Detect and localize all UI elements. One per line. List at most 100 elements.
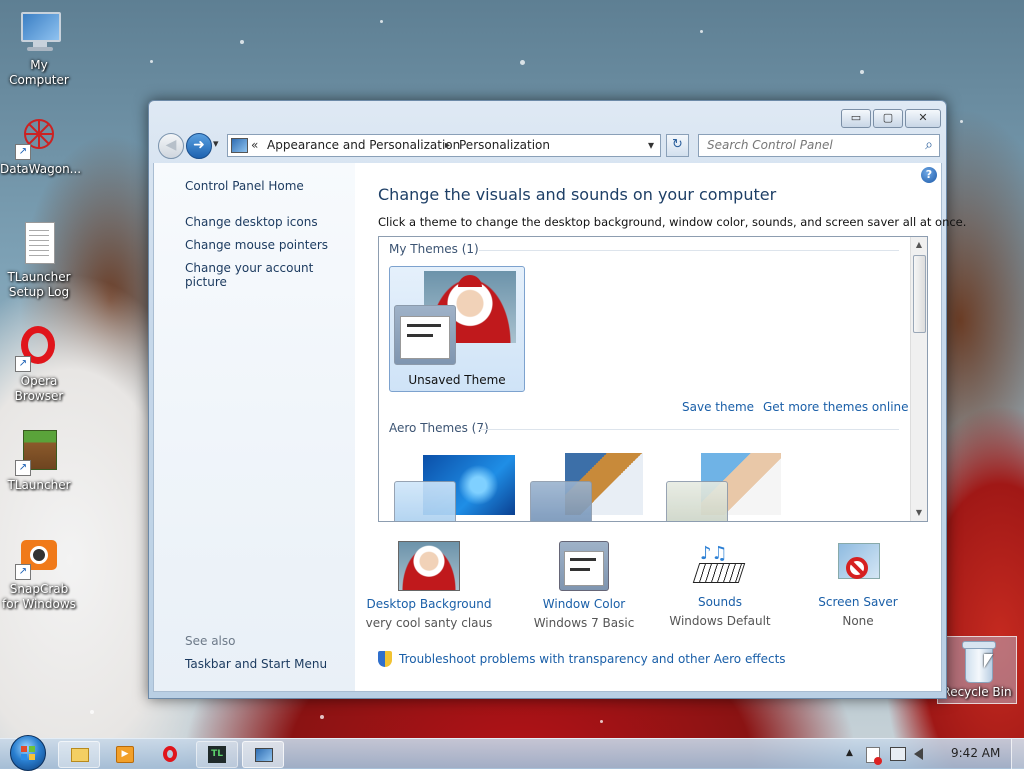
window-color-preview (530, 481, 592, 521)
desktop-background-setting[interactable]: Desktop Background very cool santy claus (354, 541, 504, 630)
sounds-setting[interactable]: ♪♫ Sounds Windows Default (645, 541, 795, 629)
taskbar-control-panel[interactable] (242, 741, 284, 768)
desktop-icon-label: Opera Browser (14, 374, 64, 403)
taskbar: ▶ TL ▲ 9:42 AM (0, 735, 1024, 771)
breadcrumb-personalization[interactable]: Personalization (459, 135, 550, 156)
desktop-icon-opera[interactable]: ↗ Opera Browser (0, 324, 78, 404)
search-icon[interactable]: ⌕ (925, 135, 933, 156)
desktop-icon-label: DataWagon... (0, 162, 82, 176)
address-dropdown-button[interactable]: ▾ (648, 135, 654, 156)
desktop-background-icon (398, 541, 460, 591)
my-themes-heading: My Themes (1) (389, 242, 479, 256)
window-color-preview (394, 481, 456, 521)
close-button[interactable]: ✕ (905, 109, 941, 128)
scroll-thumb[interactable] (913, 255, 926, 333)
shield-icon (378, 651, 392, 667)
refresh-button[interactable]: ↻ (666, 134, 689, 157)
network-icon: ↗ (15, 112, 63, 160)
taskbar-opera[interactable] (150, 741, 190, 766)
media-player-icon: ▶ (116, 746, 134, 763)
setting-label[interactable]: Sounds (645, 595, 795, 609)
window-color-icon (559, 541, 609, 591)
themes-scrollbar[interactable]: ▲ ▼ (910, 237, 927, 521)
desktop-icon-label: SnapCrab for Windows (2, 582, 76, 611)
control-panel-icon (255, 748, 273, 762)
troubleshoot-aero-link[interactable]: Troubleshoot problems with transparency … (399, 652, 786, 666)
desktop-icon-my-computer[interactable]: My Computer (0, 8, 78, 88)
desktop-icon-snapcrab[interactable]: ↗ SnapCrab for Windows (0, 532, 78, 612)
get-more-themes-link[interactable]: Get more themes online (763, 400, 909, 414)
theme-name: Unsaved Theme (408, 373, 506, 387)
breadcrumb-overflow[interactable]: « (251, 135, 258, 156)
shortcut-arrow-icon: ↗ (15, 144, 31, 160)
breadcrumb-separator[interactable]: ▸ (445, 135, 450, 156)
forward-button[interactable]: ➜ (186, 133, 212, 159)
document-icon (15, 220, 63, 268)
sounds-icon: ♪♫ (690, 541, 750, 589)
desktop-icon-tlauncher-log[interactable]: TLauncher Setup Log (0, 220, 78, 300)
grass-block-icon: ↗ (15, 428, 63, 476)
setting-label[interactable]: Screen Saver (783, 595, 933, 609)
show-hidden-icons-button[interactable]: ▲ (846, 748, 853, 758)
taskbar-file-explorer[interactable] (58, 741, 100, 768)
theme-tile-windows7[interactable] (389, 447, 523, 521)
setting-value: None (842, 614, 874, 628)
taskbar-media-player[interactable]: ▶ (104, 741, 144, 766)
screen-saver-icon (828, 541, 888, 589)
desktop-icon-label: TLauncher Setup Log (7, 270, 71, 299)
save-theme-link[interactable]: Save theme (682, 400, 754, 414)
maximize-button[interactable]: ▢ (873, 109, 903, 128)
change-desktop-icons-link[interactable]: Change desktop icons (185, 215, 318, 229)
window-color-setting[interactable]: Window Color Windows 7 Basic (509, 541, 659, 630)
mouse-cursor-icon (984, 654, 993, 668)
recent-pages-dropdown[interactable]: ▾ (213, 137, 219, 150)
shortcut-arrow-icon: ↗ (15, 356, 31, 372)
control-panel-icon (231, 138, 248, 153)
breadcrumb-appearance[interactable]: Appearance and Personalization (267, 135, 460, 156)
desktop-icon-datawagon[interactable]: ↗ DataWagon... (0, 112, 82, 177)
theme-tile-unsaved[interactable]: Unsaved Theme (389, 266, 525, 392)
desktop-icon-recycle-bin[interactable]: Recycle Bin (937, 636, 1017, 704)
themes-list[interactable]: My Themes (1) Unsaved Theme Save theme G… (378, 236, 928, 522)
opera-icon (163, 746, 177, 762)
page-description: Click a theme to change the desktop back… (378, 215, 967, 229)
scroll-down-button[interactable]: ▼ (911, 505, 927, 521)
clock[interactable]: 9:42 AM (951, 746, 1000, 760)
back-button[interactable]: ◀ (158, 133, 184, 159)
taskbar-start-menu-link[interactable]: Taskbar and Start Menu (185, 657, 327, 671)
shortcut-arrow-icon: ↗ (15, 460, 31, 476)
personalization-window[interactable]: ▭ ▢ ✕ ◀ ➜ ▾ « Appearance and Personaliza… (148, 100, 966, 699)
change-account-picture-link[interactable]: Change your account picture (185, 261, 356, 289)
network-icon[interactable] (890, 747, 906, 761)
search-input[interactable]: Search Control Panel ⌕ (698, 134, 940, 157)
main-content-pane: ? Change the visuals and sounds on your … (354, 163, 966, 692)
show-desktop-button[interactable] (1011, 739, 1024, 769)
address-bar[interactable]: « Appearance and Personalization ▸ Perso… (227, 134, 661, 157)
setting-value: Windows 7 Basic (533, 616, 635, 630)
help-icon[interactable]: ? (921, 167, 937, 183)
action-center-icon[interactable] (866, 747, 882, 765)
theme-tile-characters[interactable] (661, 447, 795, 521)
volume-icon[interactable] (914, 748, 923, 760)
desktop-icon-label: TLauncher (7, 478, 71, 492)
camera-icon: ↗ (15, 532, 63, 580)
minimize-button[interactable]: ▭ (841, 109, 871, 128)
shortcut-arrow-icon: ↗ (15, 564, 31, 580)
desktop-icon-tlauncher[interactable]: ↗ TLauncher (0, 428, 78, 493)
setting-label[interactable]: Desktop Background (354, 597, 504, 611)
file-explorer-icon (71, 748, 89, 762)
section-divider (479, 250, 899, 251)
scroll-up-button[interactable]: ▲ (911, 237, 927, 253)
monitor-icon (15, 8, 63, 56)
navigation-bar: ◀ ➜ ▾ « Appearance and Personalization ▸… (155, 131, 940, 159)
recycle-bin-icon (953, 639, 1001, 683)
control-panel-home-link[interactable]: Control Panel Home (185, 179, 304, 193)
start-orb-icon[interactable] (10, 735, 46, 771)
desktop-icon-label: My Computer (9, 58, 69, 87)
setting-label[interactable]: Window Color (509, 597, 659, 611)
screen-saver-setting[interactable]: Screen Saver None (783, 541, 933, 628)
theme-tile-architecture[interactable] (525, 447, 659, 521)
setting-value: Windows Default (669, 614, 771, 628)
taskbar-tlauncher[interactable]: TL (196, 741, 238, 768)
change-mouse-pointers-link[interactable]: Change mouse pointers (185, 238, 328, 252)
